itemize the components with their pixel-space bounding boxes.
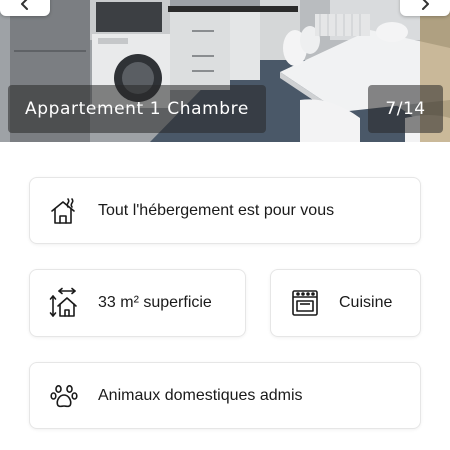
previous-photo-button[interactable]: [0, 0, 50, 16]
house-heating-icon: [48, 195, 80, 227]
photo-gallery[interactable]: Appartement 1 Chambre 7/14: [0, 0, 450, 142]
feature-area-label: 33 m² superficie: [98, 294, 212, 311]
photo-caption: Appartement 1 Chambre: [8, 85, 266, 133]
feature-kitchen: Cuisine: [270, 269, 421, 337]
chevron-right-icon: [422, 0, 429, 10]
feature-pets-allowed-label: Animaux domestiques admis: [98, 386, 303, 404]
photo-counter-text: 7/14: [385, 99, 426, 119]
feature-pets-allowed: Animaux domestiques admis: [29, 362, 421, 429]
oven-icon: [289, 287, 321, 319]
paw-icon: [48, 380, 80, 412]
chevron-left-icon: [21, 0, 28, 10]
feature-kitchen-label: Cuisine: [339, 294, 393, 311]
next-photo-button[interactable]: [400, 0, 450, 16]
feature-entire-place: Tout l'hébergement est pour vous: [29, 177, 421, 244]
feature-area: 33 m² superficie: [29, 269, 246, 337]
photo-counter: 7/14: [368, 85, 443, 133]
feature-entire-place-label: Tout l'hébergement est pour vous: [98, 201, 335, 219]
area-dimensions-icon: [48, 287, 80, 319]
photo-caption-text: Appartement 1 Chambre: [25, 99, 249, 119]
